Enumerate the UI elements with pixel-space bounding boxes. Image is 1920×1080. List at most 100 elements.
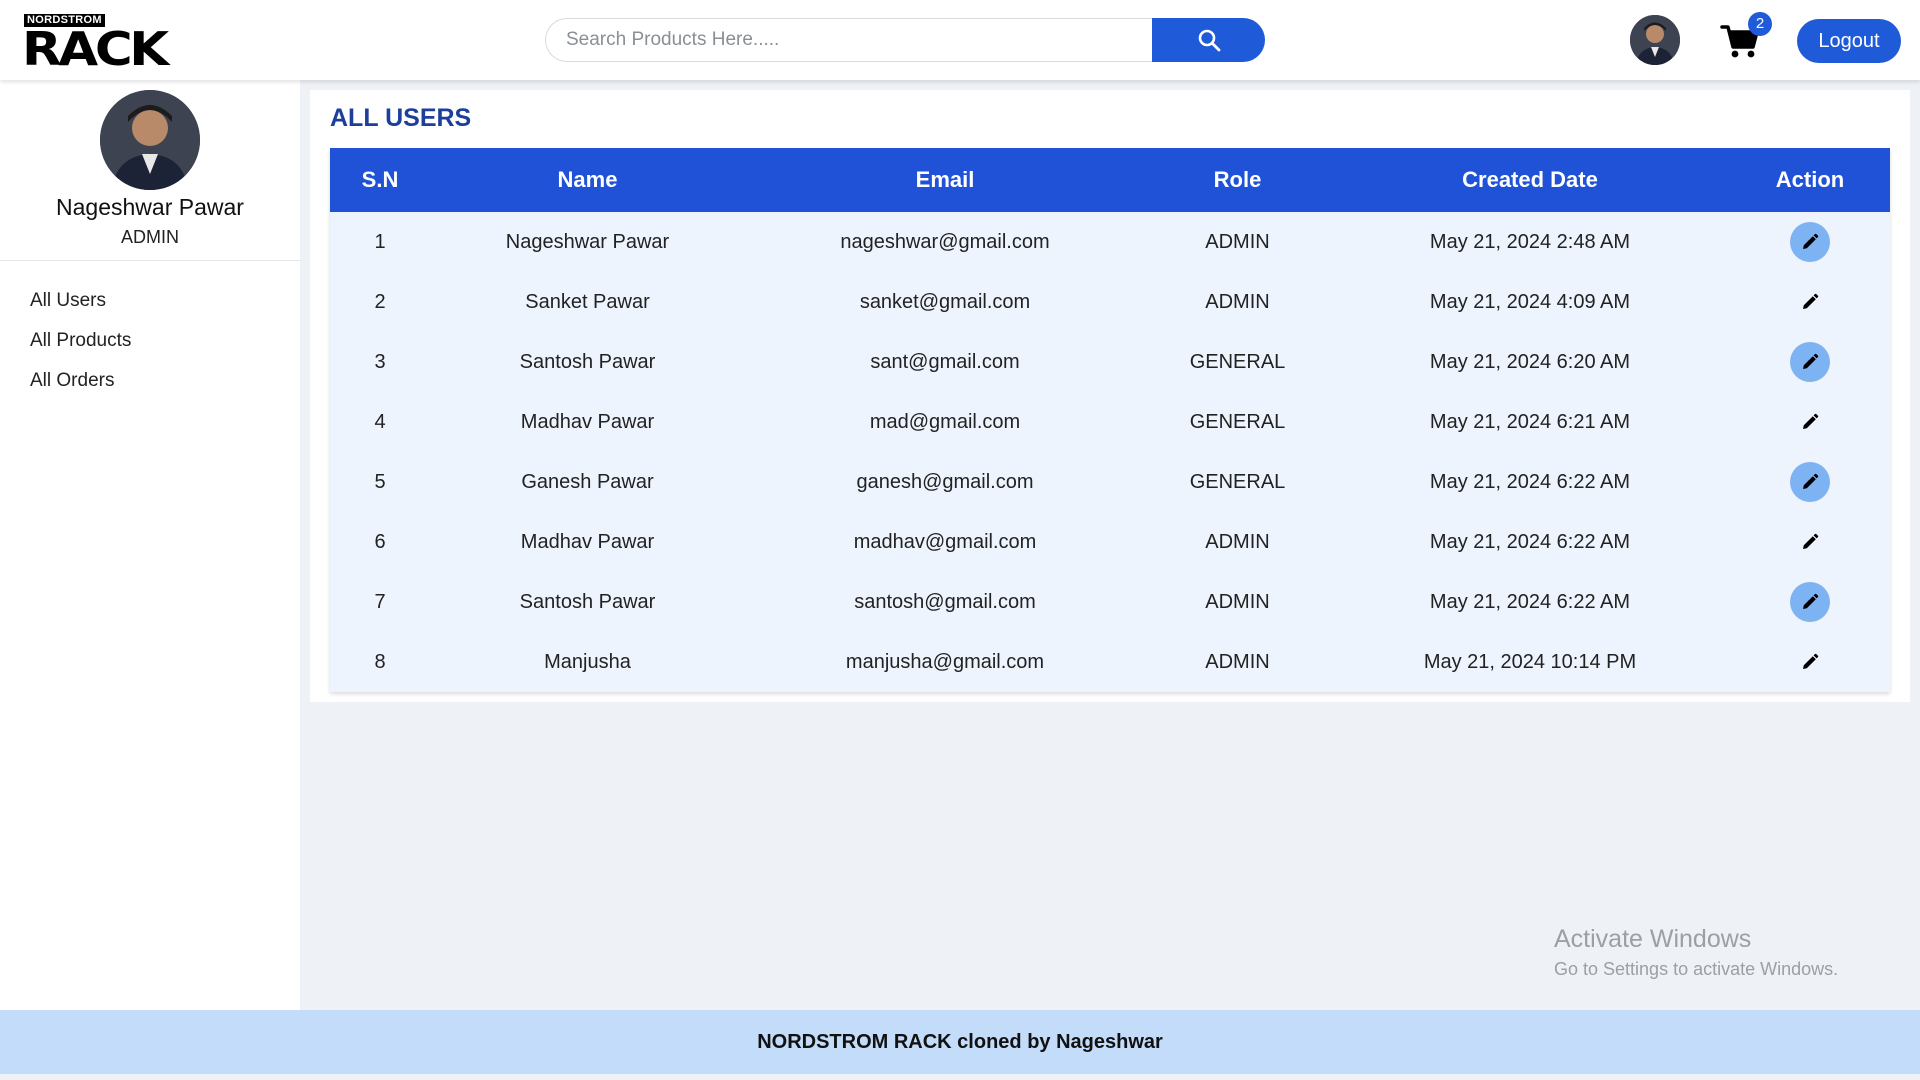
edit-user-button[interactable] <box>1790 462 1830 502</box>
cell-created-date: May 21, 2024 6:20 AM <box>1429 350 1631 373</box>
cell-action <box>1730 632 1890 692</box>
cell-email: sant@gmail.com <box>870 350 1020 373</box>
cell-created-date: May 21, 2024 6:21 AM <box>1429 410 1631 433</box>
users-panel: ALL USERS S.N Name Email Role Created Da… <box>310 90 1910 702</box>
cell-name: Santosh Pawar <box>519 590 656 613</box>
sidebar-nav: All Users All Products All Orders <box>30 286 131 406</box>
edit-user-button[interactable] <box>1790 522 1830 562</box>
edit-user-button[interactable] <box>1790 222 1830 262</box>
users-table: S.N Name Email Role Created Date Action … <box>330 148 1890 692</box>
footer-text: NORDSTROM RACK cloned by Nageshwar <box>757 1031 1163 1053</box>
edit-user-button[interactable] <box>1790 282 1830 322</box>
pencil-icon <box>1803 593 1819 609</box>
cell-email: ganesh@gmail.com <box>856 470 1034 493</box>
cell-sn: 4 <box>374 410 386 433</box>
table-row: 2 Sanket Pawar sanket@gmail.com ADMIN May 21… <box>330 272 1890 332</box>
cell-sn: 5 <box>374 470 386 493</box>
column-header-sn: S.N <box>361 167 399 192</box>
table-row: 3 Santosh Pawar sant@gmail.com GENERAL May 2… <box>330 332 1890 392</box>
cell-created-date: May 21, 2024 6:22 AM <box>1429 470 1631 493</box>
cell-role: ADMIN <box>1205 650 1270 673</box>
column-header-action: Action <box>1775 167 1845 192</box>
pencil-icon <box>1803 533 1819 549</box>
column-header-created-date: Created Date <box>1462 167 1598 192</box>
activate-windows-subtitle: Go to Settings to activate Windows. <box>1554 959 1839 979</box>
table-row: 6 Madhav Pawar madhav@gmail.com ADMIN May 21… <box>330 512 1890 572</box>
cell-action <box>1730 272 1890 332</box>
pencil-icon <box>1803 653 1819 669</box>
cell-name: Manjusha <box>544 650 631 673</box>
profile-avatar <box>100 90 200 190</box>
cell-role: ADMIN <box>1205 230 1270 253</box>
pencil-icon <box>1803 353 1819 369</box>
table-row: 8 Manjusha manjusha@gmail.com ADMIN May 21, … <box>330 632 1890 692</box>
cell-sn: 2 <box>374 290 386 313</box>
logout-button[interactable]: Logout <box>1797 19 1901 63</box>
footer: NORDSTROM RACK cloned by Nageshwar <box>0 1010 1920 1074</box>
column-header-name: Name <box>557 167 618 192</box>
cell-action <box>1730 212 1890 272</box>
sidebar-item-all-users[interactable]: All Users <box>30 286 131 326</box>
table-header-row: S.N Name Email Role Created Date Action <box>330 148 1890 212</box>
pencil-icon <box>1803 413 1819 429</box>
cell-email: sanket@gmail.com <box>859 290 1031 313</box>
cell-role: ADMIN <box>1205 530 1270 553</box>
cell-created-date: May 21, 2024 6:22 AM <box>1429 590 1631 613</box>
cell-action <box>1730 512 1890 572</box>
table-row: 7 Santosh Pawar santosh@gmail.com ADMIN May … <box>330 572 1890 632</box>
cell-name: Santosh Pawar <box>519 350 656 373</box>
edit-user-button[interactable] <box>1790 402 1830 442</box>
cell-email: nageshwar@gmail.com <box>840 230 1050 253</box>
cell-created-date: May 21, 2024 10:14 PM <box>1423 650 1637 673</box>
column-header-email: Email <box>915 167 975 192</box>
pencil-icon <box>1803 233 1819 249</box>
cell-action <box>1730 392 1890 452</box>
cell-sn: 6 <box>374 530 386 553</box>
cell-name: Sanket Pawar <box>525 290 650 313</box>
edit-user-button[interactable] <box>1790 342 1830 382</box>
cell-role: ADMIN <box>1205 590 1270 613</box>
user-photo-icon <box>100 90 200 190</box>
cell-role: GENERAL <box>1189 410 1286 433</box>
cell-sn: 1 <box>374 230 386 253</box>
brand-big-text: RACK <box>22 22 169 76</box>
cell-name: Madhav Pawar <box>520 410 655 433</box>
user-photo-icon <box>1630 15 1680 65</box>
cell-created-date: May 21, 2024 6:22 AM <box>1429 530 1631 553</box>
search-icon <box>1198 29 1220 52</box>
cell-created-date: May 21, 2024 2:48 AM <box>1429 230 1631 253</box>
column-header-role: Role <box>1213 167 1262 192</box>
cell-action <box>1730 452 1890 512</box>
page-title: ALL USERS <box>330 104 472 132</box>
cell-name: Madhav Pawar <box>520 530 655 553</box>
sidebar-item-all-orders[interactable]: All Orders <box>30 366 131 406</box>
cell-email: santosh@gmail.com <box>854 590 1036 613</box>
cell-action <box>1730 332 1890 392</box>
sidebar-divider <box>0 260 300 261</box>
cell-role: GENERAL <box>1189 470 1286 493</box>
top-header: NORDSTROM RACK 2 Logout <box>0 0 1920 80</box>
table-row: 4 Madhav Pawar mad@gmail.com GENERAL May 21,… <box>330 392 1890 452</box>
table-row: 5 Ganesh Pawar ganesh@gmail.com GENERAL May … <box>330 452 1890 512</box>
sidebar: Nageshwar Pawar ADMIN All Users All Prod… <box>0 80 300 1010</box>
search-button[interactable] <box>1152 18 1265 62</box>
header-avatar[interactable] <box>1630 15 1680 65</box>
cell-role: GENERAL <box>1189 350 1286 373</box>
edit-user-button[interactable] <box>1790 582 1830 622</box>
cell-sn: 3 <box>374 350 386 373</box>
cell-action <box>1730 572 1890 632</box>
brand-logo[interactable]: NORDSTROM RACK <box>22 14 178 76</box>
sidebar-item-all-products[interactable]: All Products <box>30 326 131 366</box>
cell-sn: 8 <box>374 650 386 673</box>
search-input[interactable] <box>545 18 1152 62</box>
cell-sn: 7 <box>374 590 386 613</box>
profile-name: Nageshwar Pawar <box>56 194 244 220</box>
cart-count-badge: 2 <box>1748 12 1772 36</box>
pencil-icon <box>1803 293 1819 309</box>
edit-user-button[interactable] <box>1790 642 1830 682</box>
cell-email: manjusha@gmail.com <box>845 650 1045 673</box>
profile-role: ADMIN <box>121 227 179 247</box>
activate-windows-title: Activate Windows <box>1554 925 1752 953</box>
table-row: 1 Nageshwar Pawar nageshwar@gmail.com ADMIN… <box>330 212 1890 272</box>
cell-name: Nageshwar Pawar <box>505 230 670 253</box>
